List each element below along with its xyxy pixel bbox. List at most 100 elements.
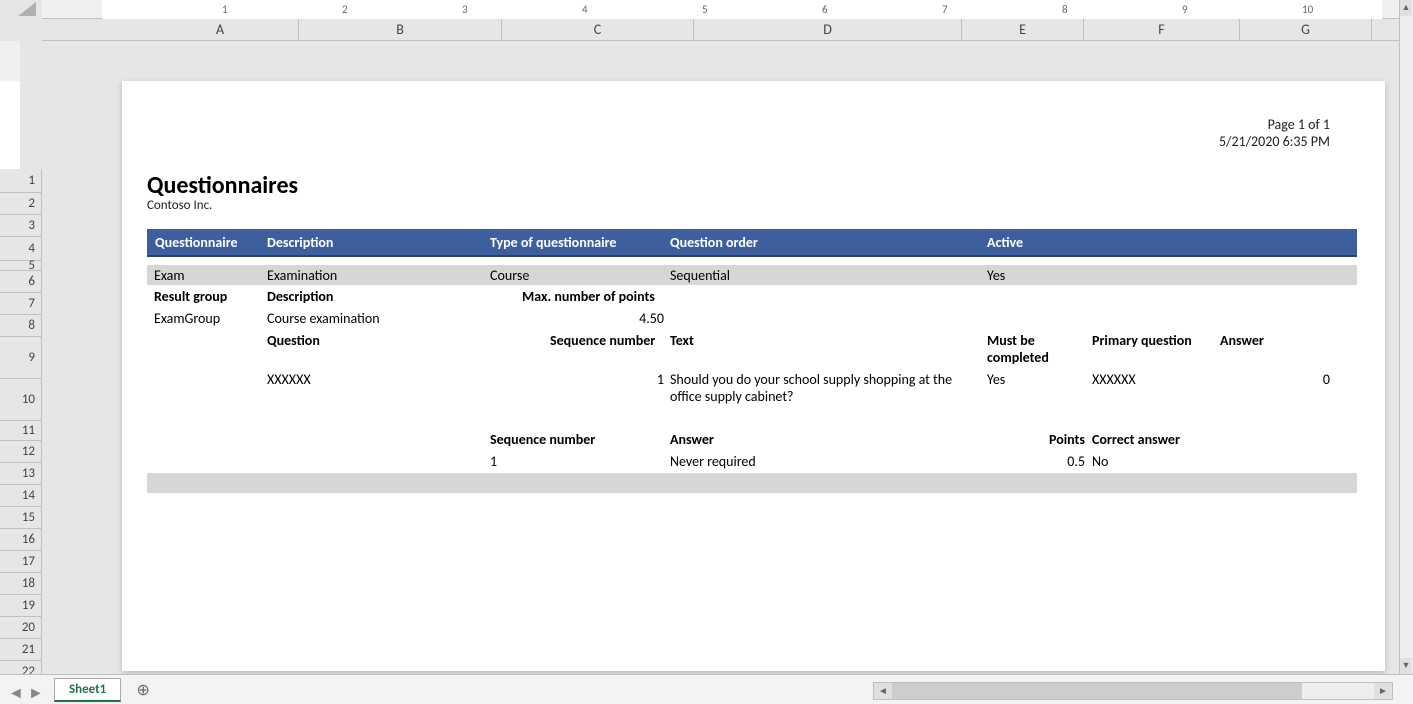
row-header-8[interactable]: 8	[0, 315, 42, 337]
scroll-left-arrow-icon[interactable]: ◄	[874, 683, 892, 699]
ruler-h-mark: 1	[222, 0, 228, 19]
row-header-13[interactable]: 13	[0, 463, 42, 485]
page-header-right: Page 1 of 1 5/21/2020 6:35 PM	[1219, 116, 1330, 150]
hdr-order: Question order	[670, 234, 758, 251]
hdr-result-desc: Description	[267, 288, 333, 305]
column-header-E[interactable]: E	[962, 19, 1084, 41]
hdr-description: Description	[267, 234, 333, 251]
row-header-16[interactable]: 16	[0, 529, 42, 551]
horizontal-scrollbar[interactable]: ◄ ►	[873, 682, 1393, 700]
hdr-q-answer: Answer	[1220, 332, 1264, 349]
cell-q-answer: 0	[1220, 371, 1330, 388]
column-header-F[interactable]: F	[1084, 19, 1240, 41]
select-all-corner[interactable]	[0, 0, 42, 19]
hdr-q-seqnum: Sequence number	[550, 332, 655, 349]
column-header-G[interactable]: G	[1240, 19, 1372, 41]
report-title: Questionnaires	[147, 171, 298, 200]
tab-nav-arrows: ◄ ►	[0, 684, 48, 696]
ruler-h-mark: 3	[462, 0, 468, 19]
row-header-19[interactable]: 19	[0, 595, 42, 617]
tab-prev-icon[interactable]: ◄	[8, 684, 20, 696]
row-header-7[interactable]: 7	[0, 293, 42, 315]
hdr-type: Type of questionnaire	[490, 234, 616, 251]
ruler-h-mark: 5	[702, 0, 708, 19]
cell-active: Yes	[987, 267, 1005, 284]
cell-description: Examination	[267, 267, 337, 284]
row-headers: 12345678910111213141516171819202122	[20, 41, 42, 674]
sheet-area[interactable]: Page 1 of 1 5/21/2020 6:35 PM Questionna…	[42, 41, 1399, 674]
ruler-h-mark: 10	[1302, 0, 1313, 19]
cell-result-desc: Course examination	[267, 310, 380, 327]
ruler-h-mark: 9	[1182, 0, 1188, 19]
add-sheet-button[interactable]: ⊕	[131, 678, 155, 702]
scroll-right-arrow-icon[interactable]: ►	[1374, 683, 1392, 699]
hdr-question: Question	[267, 332, 320, 349]
cell-a-answer: Never required	[670, 453, 756, 470]
hdr-active: Active	[987, 234, 1023, 251]
page-number: Page 1 of 1	[1219, 116, 1330, 133]
row-header-20[interactable]: 20	[0, 617, 42, 639]
column-header-A[interactable]: A	[142, 19, 299, 41]
row-header-1[interactable]: 1	[0, 169, 42, 193]
report-company: Contoso Inc.	[147, 198, 212, 213]
cell-a-seqnum: 1	[490, 453, 497, 470]
cell-q-seqnum: 1	[550, 371, 664, 388]
main-header-bar: Questionnaire Description Type of questi…	[147, 229, 1357, 257]
plus-icon: ⊕	[137, 680, 150, 700]
print-page: Page 1 of 1 5/21/2020 6:35 PM Questionna…	[122, 81, 1385, 671]
row-header-21[interactable]: 21	[0, 639, 42, 661]
select-all-triangle-icon	[18, 2, 36, 16]
ruler-page-region	[102, 0, 1382, 19]
row-header-18[interactable]: 18	[0, 573, 42, 595]
cell-a-correct: No	[1092, 453, 1108, 470]
hdr-q-text: Text	[670, 332, 694, 349]
hdr-questionnaire: Questionnaire	[155, 234, 238, 251]
vertical-scrollbar[interactable]: ▲ ▼	[1399, 0, 1413, 674]
row-header-3[interactable]: 3	[0, 215, 42, 237]
column-header-B[interactable]: B	[299, 19, 502, 41]
cell-type: Course	[490, 267, 529, 284]
cell-a-points: 0.5	[987, 453, 1085, 470]
cell-result-group: ExamGroup	[154, 310, 220, 327]
row-header-11[interactable]: 11	[0, 421, 42, 441]
sheet-tab-1[interactable]: Sheet1	[54, 678, 121, 702]
cell-q-primary: XXXXXX	[1092, 371, 1136, 388]
row-header-6[interactable]: 6	[0, 271, 42, 293]
scroll-up-arrow-icon[interactable]: ▲	[1400, 0, 1412, 16]
column-header-C[interactable]: C	[502, 19, 694, 41]
row-header-5[interactable]: 5	[0, 261, 42, 271]
row-header-10[interactable]: 10	[0, 379, 42, 421]
ruler-h-mark: 8	[1062, 0, 1068, 19]
row-header-17[interactable]: 17	[0, 551, 42, 573]
cell-result-maxpts: 4.50	[522, 310, 664, 327]
hdr-a-seqnum: Sequence number	[490, 431, 595, 448]
ruler-h-mark: 4	[582, 0, 588, 19]
h-scroll-thumb[interactable]	[892, 683, 1302, 699]
hdr-a-correct: Correct answer	[1092, 431, 1180, 448]
hdr-q-must: Must be completed	[987, 332, 1067, 366]
cell-questionnaire: Exam	[154, 267, 185, 284]
cell-order: Sequential	[670, 267, 730, 284]
row-header-15[interactable]: 15	[0, 507, 42, 529]
tab-next-icon[interactable]: ►	[28, 684, 40, 696]
cell-q-must: Yes	[987, 371, 1005, 388]
hdr-a-points: Points	[987, 431, 1085, 448]
horizontal-ruler: 1234567891011	[42, 0, 1399, 19]
row-header-12[interactable]: 12	[0, 441, 42, 463]
row-header-9[interactable]: 9	[0, 337, 42, 379]
hdr-q-primary: Primary question	[1092, 332, 1192, 349]
row-header-14[interactable]: 14	[0, 485, 42, 507]
hdr-a-answer: Answer	[670, 431, 714, 448]
trailing-gray-row	[147, 473, 1357, 493]
cell-q-text: Should you do your school supply shoppin…	[670, 371, 970, 405]
row-header-4[interactable]: 4	[0, 237, 42, 261]
row-header-2[interactable]: 2	[0, 193, 42, 215]
column-headers: ABCDEFG	[42, 19, 1399, 41]
cell-q-question: XXXXXX	[267, 371, 311, 388]
ruler-h-mark: 2	[342, 0, 348, 19]
scroll-down-arrow-icon[interactable]: ▼	[1400, 658, 1412, 674]
sheet-tab-bar: ◄ ► Sheet1 ⊕ ◄ ►	[0, 674, 1413, 704]
hdr-result-group: Result group	[154, 288, 227, 305]
ruler-h-mark: 7	[942, 0, 948, 19]
column-header-D[interactable]: D	[694, 19, 962, 41]
